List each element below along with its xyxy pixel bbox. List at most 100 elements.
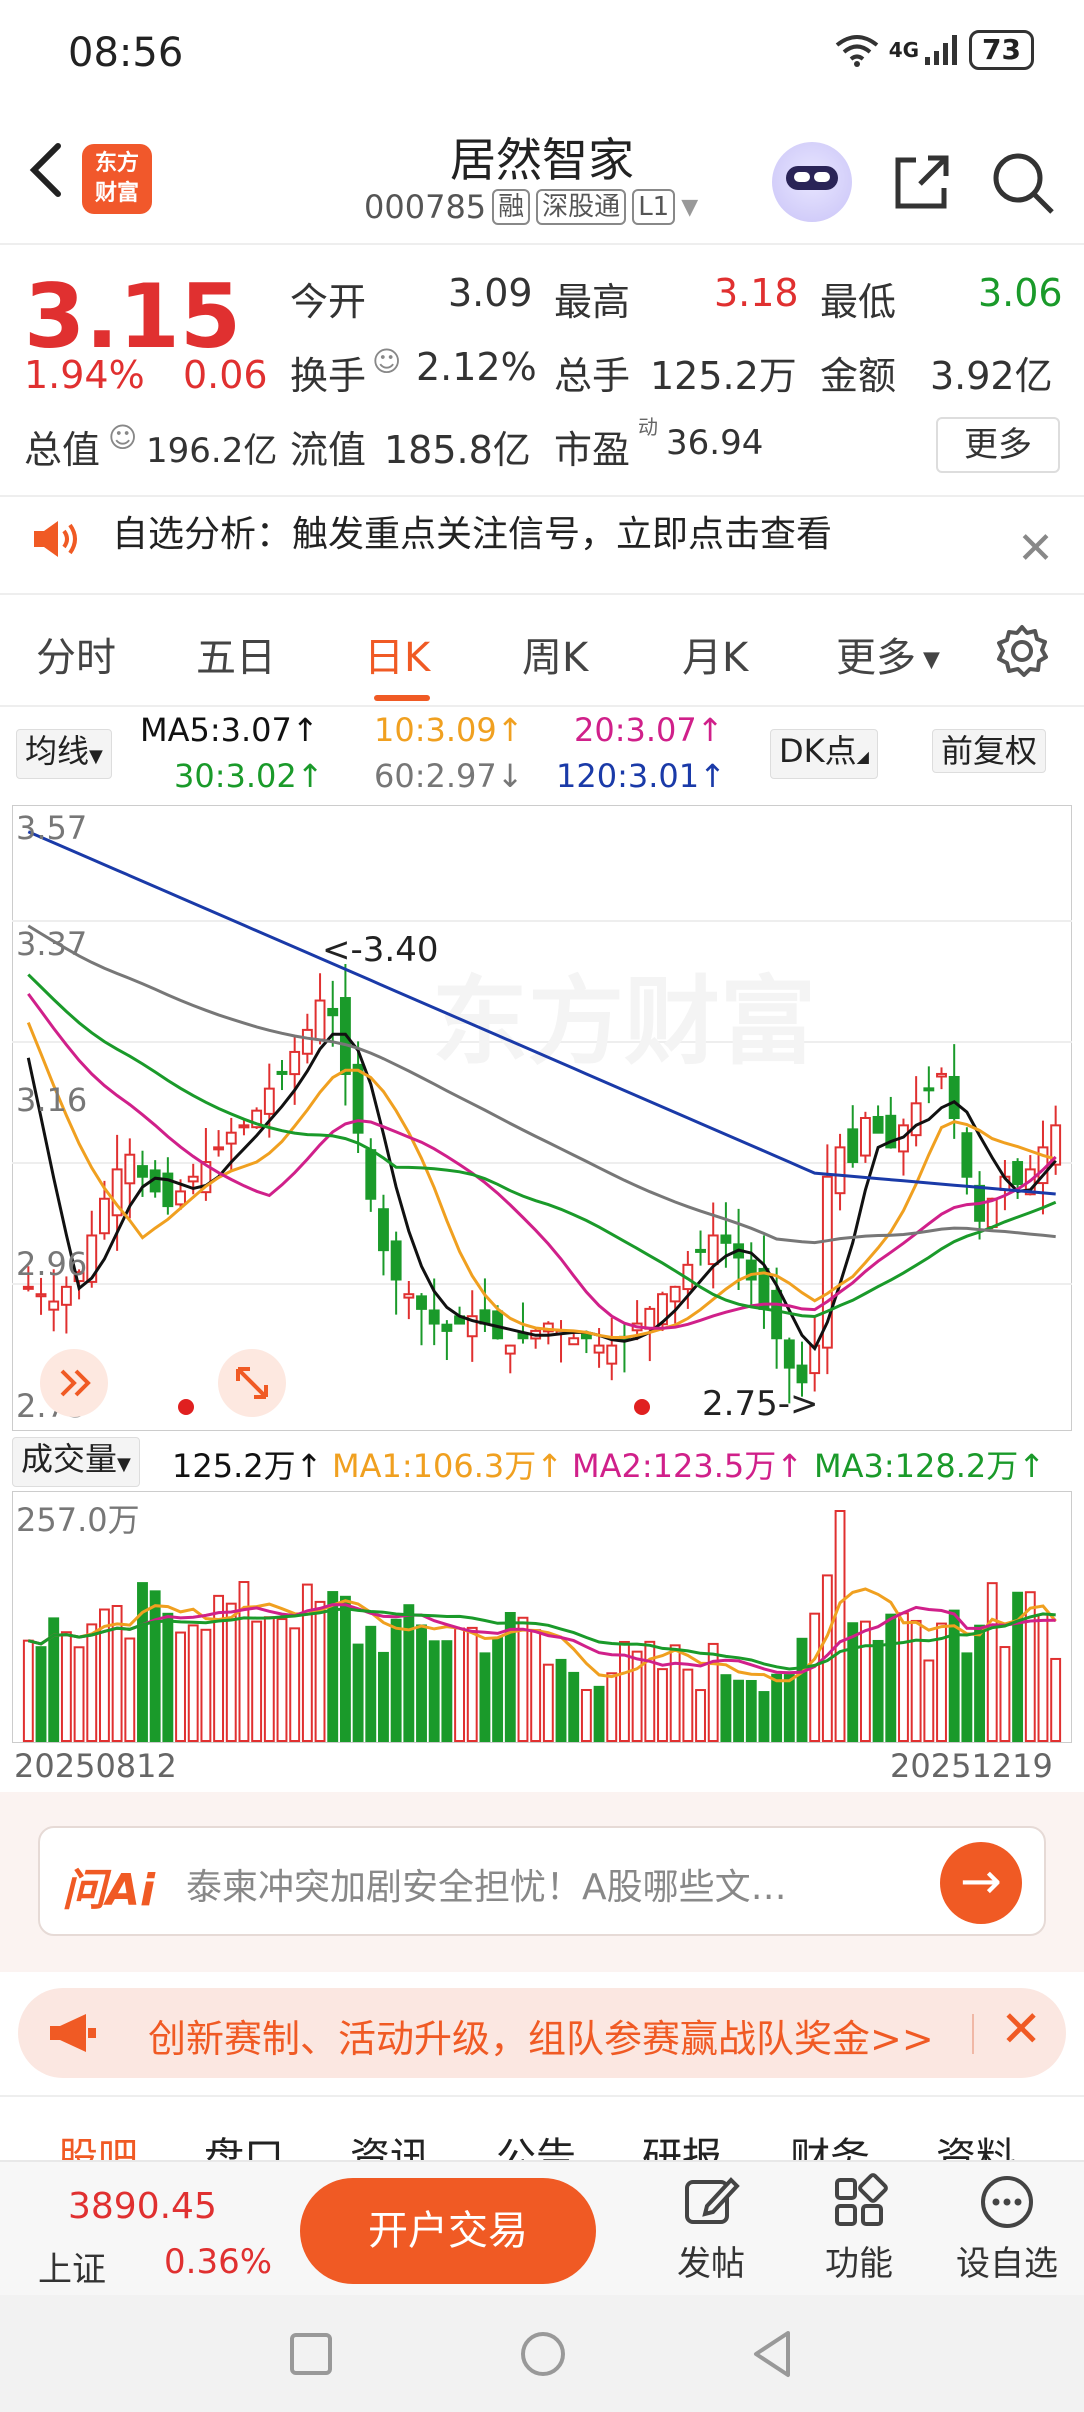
volume-bar — [847, 1622, 859, 1742]
ai-assistant-icon[interactable] — [772, 142, 852, 222]
mktcap-value: 196.2亿 — [146, 431, 278, 471]
amount-label: 金额 — [820, 354, 897, 398]
volume-bar — [1012, 1591, 1024, 1742]
volume-bar — [771, 1673, 783, 1742]
expand-icon[interactable] — [218, 1349, 286, 1417]
volume-selector[interactable]: 成交量▼ — [12, 1437, 140, 1487]
post-button[interactable]: 发帖 — [656, 2172, 766, 2285]
ma5-legend: MA5:3.07↑ — [140, 711, 319, 749]
turnover-value: 2.12% — [416, 345, 537, 389]
turnover-info-icon[interactable]: ☺ — [372, 345, 401, 378]
arrow-right-icon[interactable]: → — [940, 1842, 1022, 1924]
volume-value: 125.2万 — [650, 354, 797, 398]
volume-label: 总手 — [554, 354, 631, 398]
index-percent: 0.36% — [164, 2242, 273, 2282]
notice-bar[interactable]: 自选分析：触发重点关注信号，立即点击查看 ✕ — [0, 495, 1084, 595]
notice-text[interactable]: 自选分析：触发重点关注信号，立即点击查看 — [112, 505, 832, 557]
volume-bar — [22, 1639, 34, 1743]
volume-bar — [86, 1623, 98, 1742]
candle-body — [695, 1248, 706, 1253]
tab-intraday[interactable]: 分时 — [36, 625, 116, 683]
tab-finance[interactable]: 财务 — [790, 2125, 870, 2165]
volume-bar — [314, 1600, 326, 1743]
ma-selector[interactable]: 均线▼ — [16, 729, 112, 779]
home-icon[interactable] — [518, 2329, 568, 2379]
tab-five-day[interactable]: 五日 — [196, 625, 276, 683]
functions-label: 功能 — [825, 2244, 893, 2284]
volume-bar — [124, 1637, 136, 1743]
high-annotation: <-3.40 — [322, 930, 438, 970]
volume-bar — [479, 1652, 491, 1742]
close-icon[interactable]: ✕ — [1017, 523, 1054, 574]
candle-body — [22, 1285, 34, 1290]
divider — [972, 2014, 974, 2054]
candle-body — [99, 1197, 110, 1235]
tab-more[interactable]: 更多 ▼ — [836, 625, 940, 683]
level-tag[interactable]: L1 — [632, 189, 676, 225]
candlestick-chart[interactable]: 东方财富 3.57 3.37 3.16 2.96 2.75 <-3.40 2.7… — [12, 805, 1072, 1431]
mktcap-info-icon[interactable]: ☺ — [108, 421, 137, 454]
content-tabs: 股吧 盘口 资讯 公告 研报 财务 资料 — [0, 2095, 1084, 2165]
open-account-trade-button[interactable]: 开户交易 — [300, 2178, 596, 2284]
tab-profile[interactable]: 资料 — [936, 2125, 1016, 2165]
volume-bar — [200, 1628, 212, 1742]
volume-bar — [175, 1631, 186, 1742]
level-dropdown-icon[interactable]: ▼ — [681, 195, 698, 220]
candle-body — [910, 1102, 922, 1137]
post-label: 发帖 — [677, 2244, 745, 2284]
candle-body — [124, 1153, 136, 1185]
promo-banner[interactable]: 创新赛制、活动升级，组队参赛赢战队奖金>> ✕ — [18, 1988, 1066, 2078]
ma10-legend: 10:3.09↑ — [374, 711, 524, 749]
volume-bar — [859, 1620, 871, 1742]
adjust-button[interactable]: 前复权 — [932, 729, 1047, 773]
ask-ai-section: 问Ai 泰柬冲突加剧安全担忧！A股哪些文… → — [0, 1792, 1084, 1972]
pe-label: 市盈 — [554, 428, 631, 472]
margin-tag: 融 — [492, 189, 531, 225]
back-icon[interactable] — [750, 2329, 794, 2379]
tab-daily-k[interactable]: 日K — [364, 625, 430, 683]
tab-pankou[interactable]: 盘口 — [204, 2125, 284, 2165]
share-icon[interactable] — [890, 150, 954, 214]
candle-body — [301, 1028, 313, 1055]
ask-ai-box[interactable]: 问Ai 泰柬冲突加剧安全担忧！A股哪些文… → — [38, 1826, 1046, 1936]
candle-body — [669, 1285, 681, 1303]
grid-icon — [835, 2173, 888, 2226]
vol-ma1-legend: MA1:106.3万↑ — [332, 1447, 564, 1485]
ask-ai-prompt[interactable]: 泰柬冲突加剧安全担忧！A股哪些文… — [186, 1858, 787, 1910]
more-dots-icon — [981, 2176, 1033, 2228]
functions-button[interactable]: 功能 — [804, 2172, 914, 2285]
more-button[interactable]: 更多 — [936, 417, 1060, 473]
volume-bar — [682, 1668, 694, 1742]
volume-bar — [365, 1625, 377, 1742]
dk-point-button[interactable]: DK点◢ — [770, 729, 878, 779]
recent-apps-icon[interactable] — [288, 2331, 334, 2377]
tab-guba[interactable]: 股吧 — [58, 2125, 138, 2165]
tab-announcements[interactable]: 公告 — [496, 2125, 576, 2165]
ask-ai-logo: 问Ai — [62, 1865, 156, 1916]
watchlist-settings-button[interactable]: 设自选 — [952, 2172, 1062, 2285]
volume-bar — [1050, 1657, 1062, 1742]
vol-ma2-legend: MA2:123.5万↑ — [572, 1447, 804, 1485]
close-icon[interactable]: ✕ — [1000, 2000, 1042, 2058]
status-time: 08:56 — [68, 30, 184, 76]
search-icon[interactable] — [990, 150, 1056, 216]
volume-selector-label: 成交量 — [21, 1440, 118, 1478]
volume-bar — [948, 1609, 960, 1742]
volume-bar — [961, 1652, 973, 1742]
ma120-legend: 120:3.01↑ — [556, 757, 726, 795]
candle-body — [187, 1175, 199, 1183]
tab-research[interactable]: 研报 — [642, 2125, 722, 2165]
tab-monthly-k[interactable]: 月K — [682, 625, 748, 683]
volume-bar — [834, 1510, 846, 1742]
double-chevron-icon[interactable] — [40, 1349, 108, 1417]
tab-news[interactable]: 资讯 — [350, 2125, 430, 2165]
tab-weekly-k[interactable]: 周K — [522, 625, 588, 683]
volume-chart[interactable]: 257.0万 — [12, 1491, 1072, 1743]
promo-text[interactable]: 创新赛制、活动升级，组队参赛赢战队奖金>> — [148, 2008, 934, 2063]
volume-bar — [568, 1671, 580, 1743]
amount-value: 3.92亿 — [930, 354, 1053, 398]
gear-icon[interactable] — [994, 623, 1050, 679]
volume-legend: 125.2万↑ — [172, 1447, 323, 1485]
candle-body — [707, 1234, 719, 1266]
volume-bar — [276, 1618, 288, 1742]
